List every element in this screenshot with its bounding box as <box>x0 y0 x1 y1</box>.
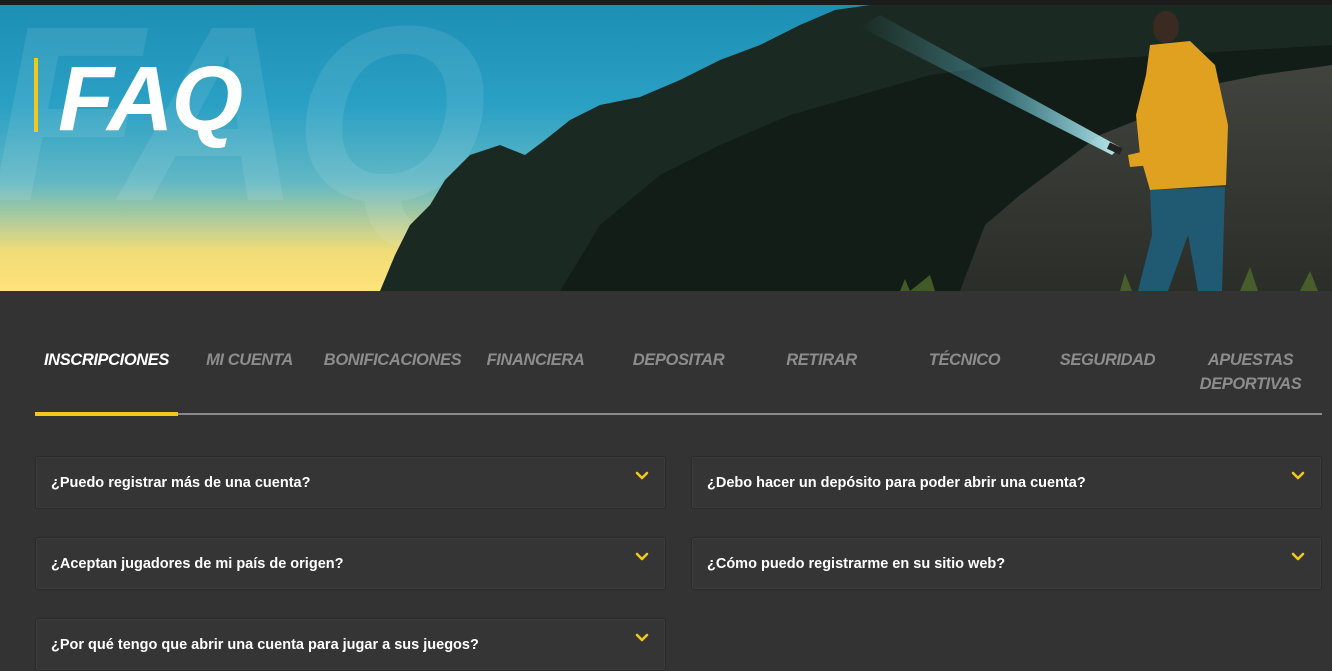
tab-active-indicator <box>35 412 178 416</box>
faq-item[interactable]: ¿Por qué tengo que abrir una cuenta para… <box>35 618 666 671</box>
faq-item[interactable]: ¿Puedo registrar más de una cuenta? <box>35 456 666 509</box>
tab-tecnico[interactable]: TÉCNICO <box>893 348 1036 372</box>
faq-question: ¿Aceptan jugadores de mi país de origen? <box>51 556 344 572</box>
faq-question: ¿Cómo puedo registrarme en su sitio web? <box>707 556 1006 572</box>
faq-item[interactable]: ¿Cómo puedo registrarme en su sitio web? <box>691 537 1322 590</box>
faq-item[interactable]: ¿Debo hacer un depósito para poder abrir… <box>691 456 1322 509</box>
tab-retirar[interactable]: RETIRAR <box>750 348 893 372</box>
faq-question: ¿Puedo registrar más de una cuenta? <box>51 475 311 491</box>
tab-seguridad[interactable]: SEGURIDAD <box>1036 348 1179 372</box>
tab-financiera[interactable]: FINANCIERA <box>464 348 607 372</box>
chevron-down-icon <box>635 633 649 642</box>
hero-banner: FAQ FAQ <box>0 5 1332 291</box>
chevron-down-icon <box>635 471 649 480</box>
faq-item[interactable]: ¿Aceptan jugadores de mi país de origen? <box>35 537 666 590</box>
faq-category-tabs: INSCRIPCIONES MI CUENTA BONIFICACIONES F… <box>35 338 1322 416</box>
faq-question: ¿Por qué tengo que abrir una cuenta para… <box>51 637 479 653</box>
tab-apuestas-deportivas[interactable]: APUESTAS DEPORTIVAS <box>1179 348 1322 396</box>
faq-question: ¿Debo hacer un depósito para poder abrir… <box>707 475 1086 491</box>
tab-bonificaciones[interactable]: BONIFICACIONES <box>321 348 464 372</box>
title-accent-bar <box>34 58 38 132</box>
chevron-down-icon <box>1291 471 1305 480</box>
tabs-divider <box>35 413 1322 415</box>
chevron-down-icon <box>635 552 649 561</box>
tab-mi-cuenta[interactable]: MI CUENTA <box>178 348 321 372</box>
tab-inscripciones[interactable]: INSCRIPCIONES <box>35 348 178 372</box>
tab-depositar[interactable]: DEPOSITAR <box>607 348 750 372</box>
chevron-down-icon <box>1291 552 1305 561</box>
page-title: FAQ <box>58 48 243 150</box>
